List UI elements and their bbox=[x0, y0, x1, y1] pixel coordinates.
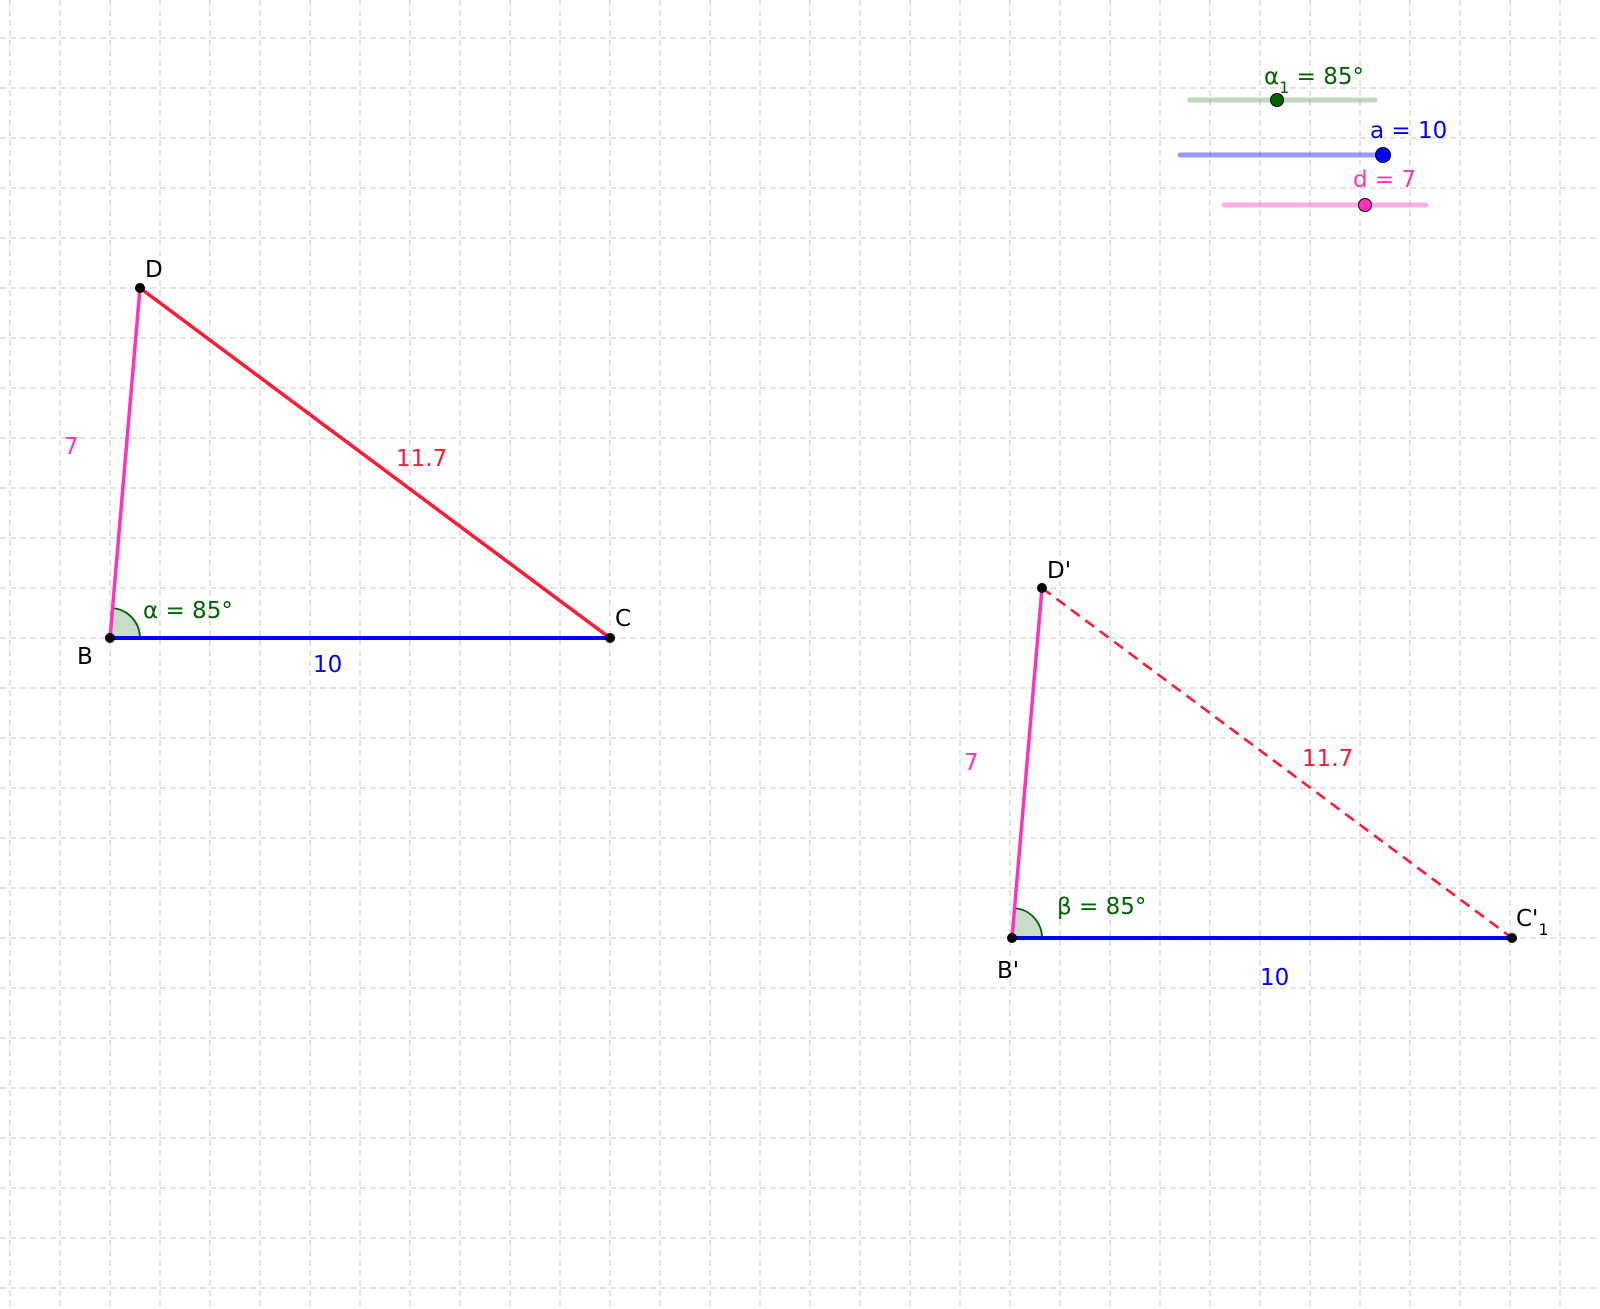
length-dc: 11.7 bbox=[396, 446, 447, 472]
label-c-prime-text: C' bbox=[1516, 906, 1538, 932]
slider-d-handle[interactable] bbox=[1358, 198, 1372, 212]
length-b-prime-c1: 10 bbox=[1260, 965, 1289, 991]
segment-bd[interactable] bbox=[108, 287, 142, 639]
angle-beta-sector bbox=[1011, 907, 1043, 939]
slider-alpha1-value: = 85° bbox=[1289, 64, 1364, 90]
slider-d-label: d = 7 bbox=[1353, 167, 1416, 193]
grid bbox=[0, 0, 1600, 1309]
label-c: C bbox=[615, 606, 631, 632]
label-d: D bbox=[145, 257, 163, 283]
angle-alpha-sector bbox=[109, 607, 141, 639]
length-d-prime-c1: 11.7 bbox=[1302, 746, 1353, 772]
point-d-prime[interactable] bbox=[1037, 583, 1047, 593]
geometry-canvas[interactable]: α1 = 85° a = 10 d = 7 B C D 10 7 11.7 α … bbox=[0, 0, 1600, 1309]
slider-alpha1-symbol: α bbox=[1264, 64, 1279, 90]
label-c-prime-subscript: 1 bbox=[1538, 920, 1548, 939]
slider-d[interactable]: d = 7 bbox=[1221, 167, 1429, 212]
slider-a-handle[interactable] bbox=[1375, 147, 1391, 163]
angle-beta-label: β = 85° bbox=[1057, 894, 1146, 920]
label-b: B bbox=[77, 644, 93, 670]
segment-b-prime-d-prime[interactable] bbox=[1010, 587, 1044, 939]
point-d[interactable] bbox=[135, 283, 145, 293]
label-d-prime: D' bbox=[1047, 558, 1071, 584]
point-b[interactable] bbox=[105, 633, 115, 643]
segment-d-prime-c1-dashed[interactable] bbox=[1041, 586, 1513, 940]
point-c[interactable] bbox=[605, 633, 615, 643]
slider-alpha1-subscript: 1 bbox=[1279, 78, 1289, 97]
triangle-1: B C D 10 7 11.7 α = 85° bbox=[64, 257, 631, 678]
length-bd: 7 bbox=[64, 434, 79, 460]
label-c-prime-1: C'1 bbox=[1516, 906, 1549, 939]
slider-a[interactable]: a = 10 bbox=[1177, 118, 1447, 163]
slider-a-label: a = 10 bbox=[1370, 118, 1447, 144]
triangle-2: B' C'1 D' 10 7 11.7 β = 85° bbox=[964, 558, 1549, 991]
slider-alpha1-label: α1 = 85° bbox=[1264, 64, 1364, 97]
length-b-prime-d-prime: 7 bbox=[964, 750, 979, 776]
label-b-prime: B' bbox=[997, 958, 1019, 984]
length-bc: 10 bbox=[313, 652, 342, 678]
angle-alpha-label: α = 85° bbox=[143, 598, 233, 624]
point-c-prime-1[interactable] bbox=[1507, 933, 1517, 943]
slider-alpha1[interactable]: α1 = 85° bbox=[1187, 64, 1378, 107]
point-b-prime[interactable] bbox=[1007, 933, 1017, 943]
